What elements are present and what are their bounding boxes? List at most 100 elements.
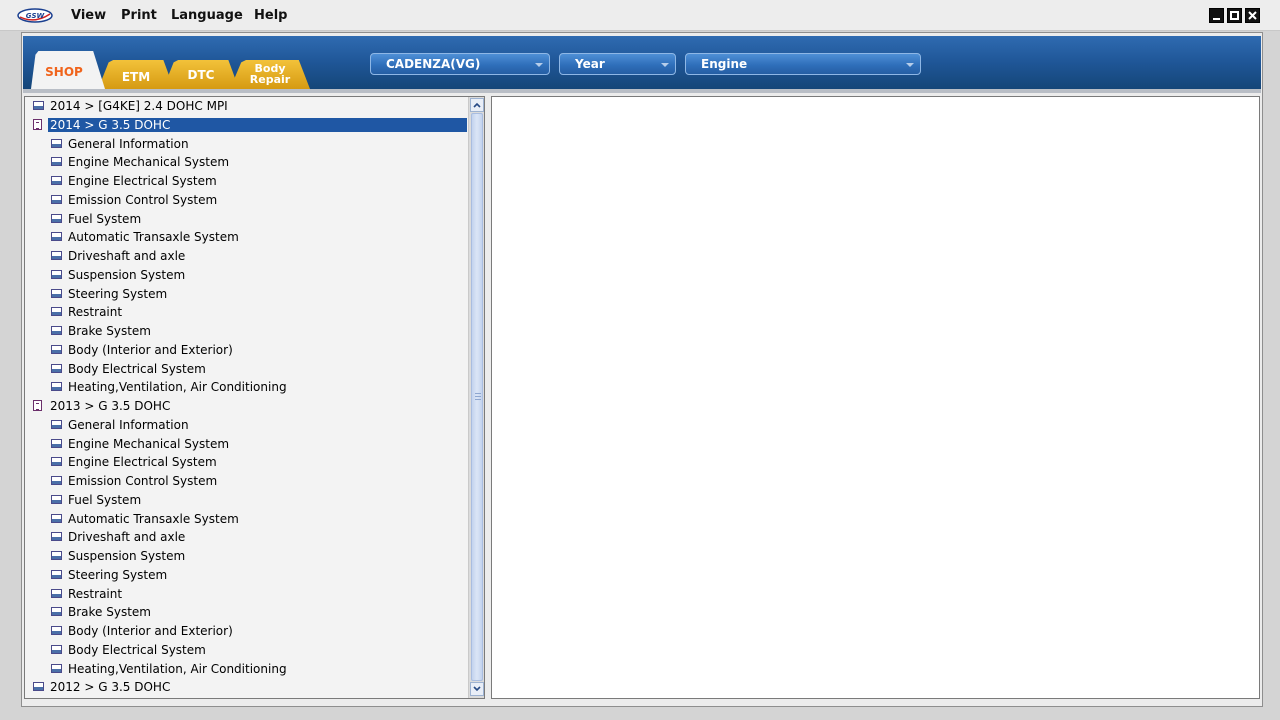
page-icon [51,532,62,542]
tree-leaf[interactable]: Driveshaft and axle [25,247,469,266]
page-icon [51,569,62,579]
scroll-down-button[interactable] [470,682,484,696]
tree-item-label: Heating,Ventilation, Air Conditioning [68,380,287,395]
tree-item-label: Body (Interior and Exterior) [68,624,233,638]
tree-leaf[interactable]: Body Electrical System [25,641,469,660]
tree-leaf[interactable]: Brake System [25,603,469,622]
tree-item-label: Body Electrical System [68,642,206,657]
maximize-button[interactable] [1227,8,1242,23]
page-icon [51,382,62,392]
engine-select[interactable]: Engine [685,53,921,75]
page-icon [51,194,62,204]
menu-print[interactable]: Print [121,8,157,23]
tree-leaf[interactable]: Restraint [25,585,469,604]
tree-leaf[interactable]: Engine Electrical System [25,172,469,191]
page-icon [51,644,62,654]
page-icon [51,607,62,617]
tree-item-label: Suspension System [68,267,186,282]
tree-leaf[interactable]: Engine Mechanical System [25,435,469,454]
tree-item-label: Engine Electrical System [68,455,217,470]
page-icon [51,438,62,448]
tree-leaf[interactable]: Emission Control System [25,191,469,210]
tree-node[interactable]: 2013 > G 3.5 DOHC [25,397,469,416]
page-icon [51,476,62,485]
tree-scrollbar[interactable] [468,97,484,698]
tab-etm[interactable]: ETM [98,60,174,89]
menu-view[interactable]: View [71,8,106,23]
tree-leaf[interactable]: General Information [25,416,469,435]
tree-item-label: Automatic Transaxle System [68,511,239,526]
model-select[interactable]: CADENZA(VG) [370,53,550,75]
page-icon [51,551,62,560]
tree-item-label: Emission Control System [68,474,218,488]
tree-leaf[interactable]: Engine Mechanical System [25,153,469,172]
model-select-value: CADENZA(VG) [386,57,481,71]
tree-item-label: Fuel System [68,211,142,226]
engine-select-value: Engine [701,57,748,71]
tree-leaf[interactable]: Body (Interior and Exterior) [25,622,469,641]
grip-line [475,393,481,394]
tree-item-label: 2013 > G 3.5 DOHC [50,399,171,413]
tree-item-label: Brake System [68,324,151,338]
tab-dtc[interactable]: DTC [163,60,239,89]
maximize-icon [1230,11,1239,20]
tree-item-label: Steering System [68,567,168,582]
tree-leaf[interactable]: Engine Electrical System [25,453,469,472]
gsw-logo: GSW [17,8,53,23]
tree-node[interactable]: 2014 > G 3.5 DOHC [25,116,469,135]
scroll-up-button[interactable] [470,98,484,112]
tree-leaf[interactable]: Heating,Ventilation, Air Conditioning [25,378,469,397]
content-viewer[interactable] [491,96,1260,699]
tree-leaf[interactable]: Suspension System [25,547,469,566]
tree-leaf[interactable]: Emission Control System [25,472,469,491]
tree-leaf[interactable]: Suspension System [25,266,469,285]
open-book-icon [33,400,42,411]
tree-leaf[interactable]: Heating,Ventilation, Air Conditioning [25,660,469,679]
tree-item-label: Brake System [68,605,151,620]
tree-leaf[interactable]: Automatic Transaxle System [25,510,469,529]
close-button[interactable] [1245,8,1260,23]
tree-leaf[interactable]: Body Electrical System [25,360,469,379]
tree-leaf[interactable]: Steering System [25,285,469,304]
tree-leaf[interactable]: Driveshaft and axle [25,528,469,547]
page-icon [51,176,62,185]
year-select[interactable]: Year [559,53,676,75]
tree-leaf[interactable]: Fuel System [25,210,469,229]
menu-bar: GSW View Print Language Help [0,0,1280,31]
tree-leaf[interactable]: Brake System [25,322,469,341]
tree-leaf[interactable]: Restraint [25,303,469,322]
closed-book-icon [33,682,44,692]
close-icon [1248,11,1257,20]
page-icon [51,663,62,673]
page-icon [51,457,62,467]
tree-item-label: Restraint [68,586,123,601]
year-select-value: Year [575,57,605,71]
chevron-down-icon [473,686,481,692]
minimize-button[interactable] [1209,8,1224,23]
scroll-thumb[interactable] [471,113,483,681]
tree-node[interactable]: 2012 > G 3.5 DOHC [25,678,469,697]
tree-leaf[interactable]: Steering System [25,566,469,585]
tree-item-label: General Information [68,136,189,151]
tree-leaf[interactable]: General Information [25,135,469,154]
tab-body-repair[interactable]: Body Repair [230,60,310,89]
tree-leaf[interactable]: Automatic Transaxle System [25,228,469,247]
tree-item-label: Fuel System [68,492,142,507]
tree-panel: 2014 > [G4KE] 2.4 DOHC MPI 2014 > G 3.5 D… [24,96,485,699]
page-icon [51,232,62,242]
menu-language[interactable]: Language [171,8,243,23]
tree-node[interactable]: 2014 > [G4KE] 2.4 DOHC MPI [25,97,469,116]
page-icon [51,269,62,279]
page-icon [51,588,62,598]
page-icon [51,513,62,523]
tree-item-label: Restraint [68,305,123,320]
tree-item-label: Driveshaft and axle [68,530,186,545]
tab-shop[interactable]: SHOP [31,51,105,89]
tree-leaf[interactable]: Fuel System [25,491,469,510]
tree-item-label: Engine Electrical System [68,174,217,188]
menu-help[interactable]: Help [254,8,287,23]
tree-leaf[interactable]: Body (Interior and Exterior) [25,341,469,360]
page-icon [51,326,62,335]
page-icon [51,157,62,167]
tab-shop-label: SHOP [45,65,83,79]
